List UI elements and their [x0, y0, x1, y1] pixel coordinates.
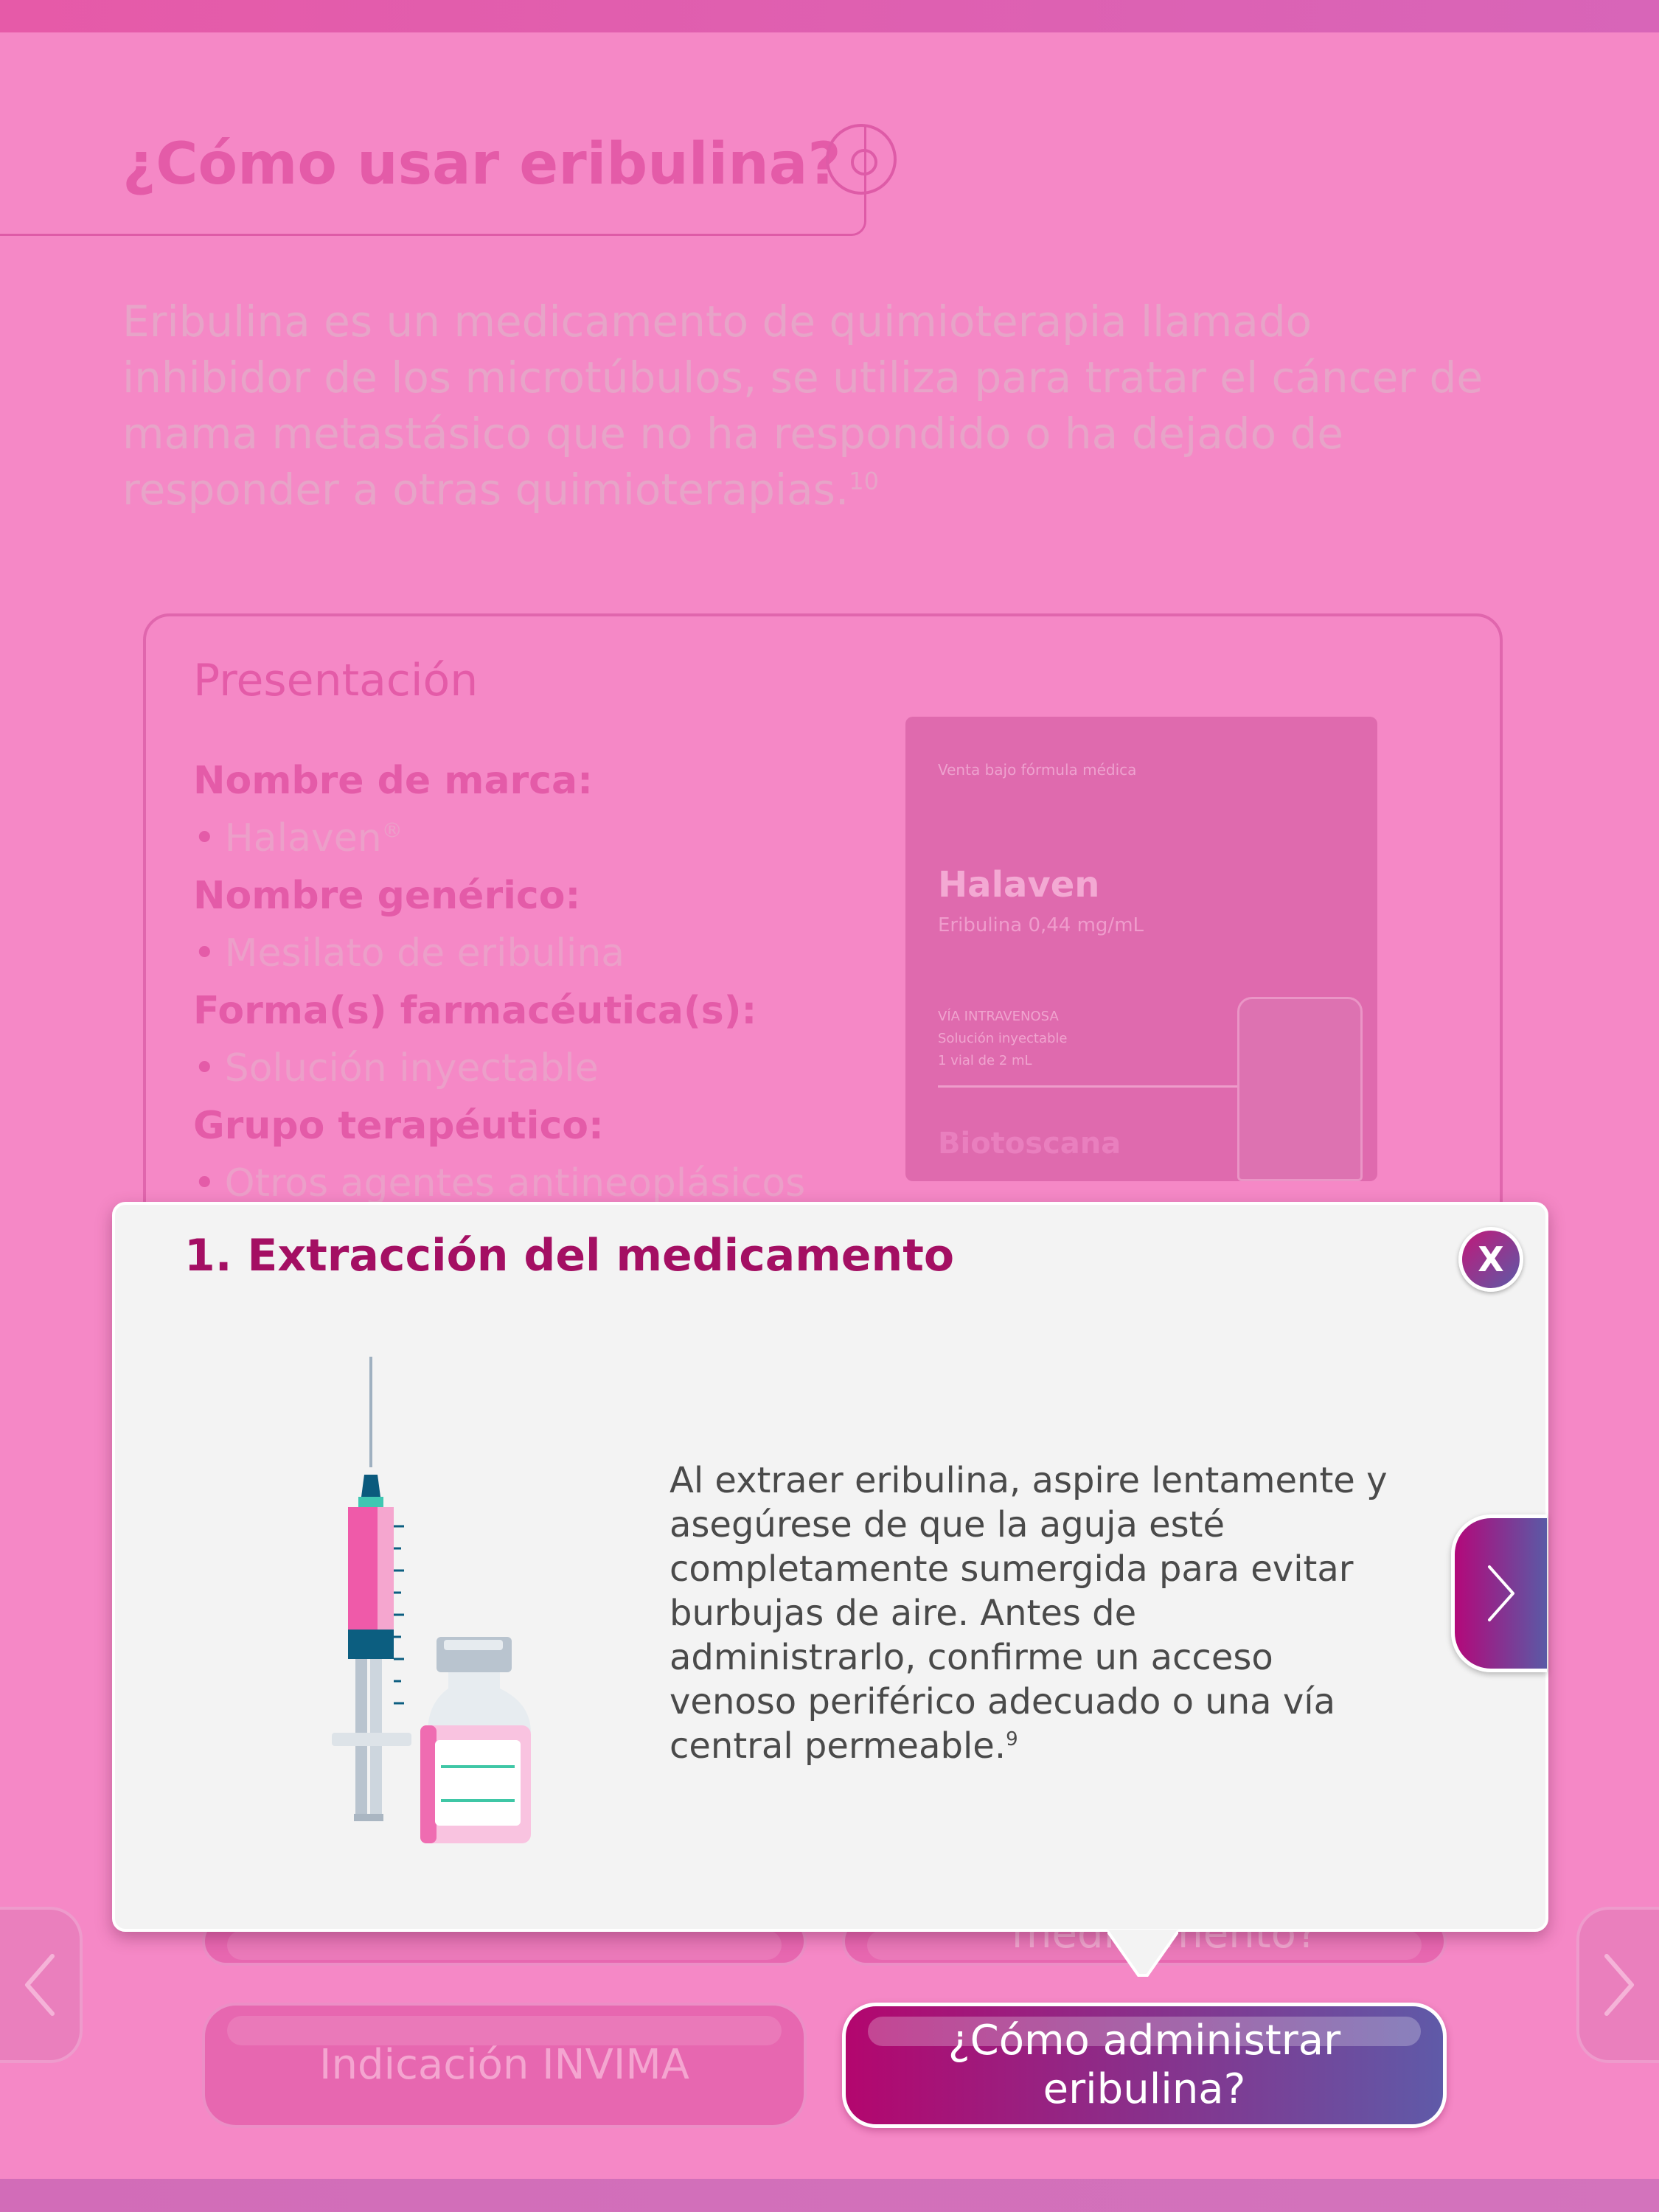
product-image: Venta bajo fórmula médica Halaven Eribul… [905, 717, 1377, 1181]
product-box: Venta bajo fórmula médica Halaven Eribul… [905, 717, 1377, 1181]
generic-label: Nombre genérico: [193, 874, 581, 918]
product-form: Solución inyectable [938, 1031, 1068, 1046]
modal-title: 1. Extracción del medicamento [184, 1230, 955, 1281]
brand-name: Halaven [224, 816, 382, 860]
intro-body: Eribulina es un medicamento de quimioter… [122, 296, 1484, 515]
chevron-right-icon [1604, 1954, 1634, 2016]
modal-reference: 9 [1006, 1728, 1018, 1750]
bottom-bar [0, 2179, 1659, 2212]
registered-mark: ® [381, 818, 403, 843]
presentation-list: Nombre de marca: Halaven® Nombre genéric… [193, 752, 857, 1212]
nav-button-administer[interactable]: ¿Cómo administrar eribulina? [842, 2003, 1447, 2128]
modal-text: Al extraer eribulina, aspire lentamente … [669, 1458, 1392, 1768]
product-content: 1 vial de 2 mL [938, 1053, 1032, 1068]
product-route: VÍA INTRAVENOSA Solución inyectable 1 vi… [938, 1006, 1130, 1072]
nav-button-invima-label: Indicación INVIMA [319, 2041, 689, 2089]
next-step-button[interactable] [1451, 1514, 1547, 1672]
generic-value: Mesilato de eribulina [193, 925, 857, 982]
product-small-text: Venta bajo fórmula médica [938, 761, 1137, 779]
product-maker: Biotoscana [938, 1127, 1121, 1161]
product-vial [1237, 997, 1363, 1181]
modal-pointer [1107, 1930, 1178, 1977]
nav-button-invima[interactable]: Indicación INVIMA [202, 2003, 807, 2128]
chevron-right-icon [1487, 1565, 1514, 1621]
product-concentration: Eribulina 0,44 mg/mL [938, 914, 1144, 936]
target-circle-icon [826, 124, 897, 195]
product-brand: Halaven [938, 864, 1100, 905]
presentation-title: Presentación [193, 655, 479, 706]
form-label: Forma(s) farmacéutica(s): [193, 989, 757, 1033]
page-title: ¿Cómo usar eribulina? [122, 131, 841, 198]
nav-button-administer-label: ¿Cómo administrar eribulina? [947, 2017, 1341, 2113]
intro-reference: 10 [849, 467, 880, 495]
chevron-left-icon [25, 1954, 55, 2016]
intro-text: Eribulina es un medicamento de quimioter… [122, 293, 1509, 518]
close-button[interactable]: X [1458, 1227, 1523, 1292]
product-divider [938, 1085, 1262, 1088]
brand-value: Halaven® [193, 810, 857, 867]
close-icon: X [1478, 1239, 1504, 1279]
top-bar [0, 0, 1659, 32]
product-route-label: VÍA INTRAVENOSA [938, 1009, 1059, 1024]
syringe-vial-icon [332, 1357, 531, 1843]
group-label: Grupo terapéutico: [193, 1104, 604, 1148]
brand-label: Nombre de marca: [193, 759, 593, 803]
modal-body: Al extraer eribulina, aspire lentamente … [669, 1460, 1388, 1767]
form-value: Solución inyectable [193, 1040, 857, 1097]
next-page-button[interactable] [1576, 1907, 1659, 2063]
prev-page-button[interactable] [0, 1907, 83, 2063]
